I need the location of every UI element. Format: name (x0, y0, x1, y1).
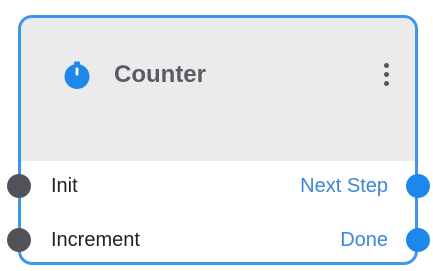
vertical-ellipsis-icon (383, 62, 389, 68)
input-port-increment[interactable] (7, 228, 31, 252)
input-label-increment: Increment (51, 229, 140, 251)
stopwatch-icon (64, 61, 90, 89)
input-label-init: Init (51, 175, 78, 197)
flow-canvas: Counter Init Increment Next Step Done (0, 0, 433, 271)
input-port-init[interactable] (7, 174, 31, 198)
output-port-next-step[interactable] (406, 174, 430, 198)
output-label-next-step: Next Step (300, 175, 388, 197)
output-label-done: Done (340, 229, 388, 251)
node-title: Counter (114, 61, 206, 88)
output-port-done[interactable] (406, 228, 430, 252)
node-menu-button[interactable] (375, 56, 397, 92)
node-header[interactable]: Counter (21, 18, 415, 161)
